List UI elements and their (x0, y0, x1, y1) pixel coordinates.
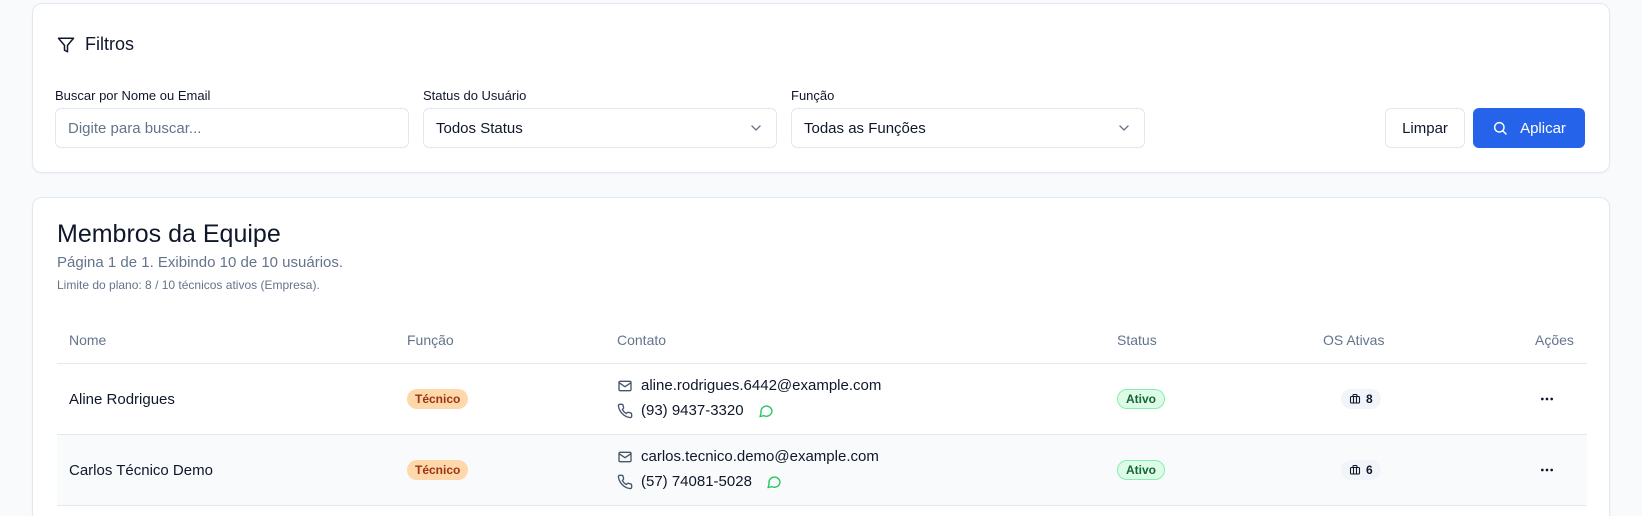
role-select[interactable]: Todas as Funções (791, 108, 1145, 148)
column-header-name: Nome (69, 332, 107, 348)
search-field[interactable] (55, 108, 409, 148)
status-select-value: Todos Status (436, 119, 523, 137)
search-icon (1493, 121, 1507, 135)
contact-email: carlos.tecnico.demo@example.com (617, 448, 879, 465)
table-row[interactable]: Aline Rodrigues Técnico aline.rodrigues.… (57, 364, 1587, 435)
filters-card: Filtros Buscar por Nome ou Email Status … (32, 3, 1610, 173)
team-title: Membros da Equipe (57, 220, 281, 248)
filters-header: Filtros (57, 34, 134, 55)
role-badge: Técnico (407, 460, 469, 480)
column-header-contact: Contato (617, 332, 667, 348)
status-label: Status do Usuário (423, 88, 527, 103)
plan-limit: Limite do plano: 8 / 10 técnicos ativos … (57, 278, 320, 292)
contact-phone: (57) 74081-5028 (617, 473, 782, 490)
contact-phone: (93) 9437-3320 (617, 402, 774, 419)
contact-email: aline.rodrigues.6442@example.com (617, 377, 881, 394)
active-os-count: 6 (1366, 463, 1373, 477)
more-horizontal-icon (1541, 468, 1553, 472)
phone-icon (617, 403, 633, 418)
more-horizontal-icon (1541, 397, 1553, 401)
status-badge: Ativo (1117, 460, 1165, 480)
filters-title: Filtros (85, 34, 134, 54)
table-header: Nome Função Contato Status OS Ativas Açõ… (57, 316, 1587, 364)
clear-button[interactable]: Limpar (1385, 108, 1465, 148)
active-os-badge: 6 (1341, 460, 1381, 480)
member-name: Carlos Técnico Demo (69, 462, 213, 479)
team-table: Nome Função Contato Status OS Ativas Açõ… (57, 316, 1587, 506)
funnel-icon (57, 37, 75, 52)
row-actions-button[interactable] (1535, 459, 1559, 481)
chevron-down-icon (751, 125, 761, 131)
column-header-actions: Ações (1535, 332, 1574, 348)
column-header-active-os: OS Ativas (1323, 332, 1385, 348)
mail-icon (618, 451, 632, 462)
row-actions-button[interactable] (1535, 388, 1559, 410)
status-select[interactable]: Todos Status (423, 108, 777, 148)
chevron-down-icon (1119, 125, 1129, 131)
whatsapp-icon[interactable] (766, 474, 782, 490)
column-header-role: Função (407, 332, 454, 348)
briefcase-icon (1349, 393, 1361, 404)
briefcase-icon (1349, 464, 1361, 475)
role-select-value: Todas as Funções (804, 119, 926, 137)
team-card: Membros da Equipe Página 1 de 1. Exibind… (32, 197, 1610, 516)
role-label: Função (791, 88, 835, 103)
whatsapp-icon[interactable] (758, 403, 774, 419)
mail-icon (618, 380, 632, 391)
phone-icon (617, 474, 633, 489)
phone-text[interactable]: (57) 74081-5028 (641, 473, 752, 490)
clear-button-label: Limpar (1402, 119, 1448, 137)
member-name: Aline Rodrigues (69, 391, 175, 408)
pagination-summary: Página 1 de 1. Exibindo 10 de 10 usuário… (57, 254, 344, 271)
phone-text[interactable]: (93) 9437-3320 (641, 402, 744, 419)
search-label: Buscar por Nome ou Email (55, 88, 211, 103)
apply-button-label: Aplicar (1520, 119, 1566, 137)
active-os-count: 8 (1366, 392, 1373, 406)
email-text[interactable]: carlos.tecnico.demo@example.com (641, 448, 879, 465)
active-os-badge: 8 (1341, 389, 1381, 409)
email-text[interactable]: aline.rodrigues.6442@example.com (641, 377, 881, 394)
status-badge: Ativo (1117, 389, 1165, 409)
apply-button[interactable]: Aplicar (1473, 108, 1585, 148)
role-badge: Técnico (407, 389, 469, 409)
search-input[interactable] (68, 119, 396, 137)
table-row[interactable]: Carlos Técnico Demo Técnico carlos.tecni… (57, 435, 1587, 506)
column-header-status: Status (1117, 332, 1157, 348)
